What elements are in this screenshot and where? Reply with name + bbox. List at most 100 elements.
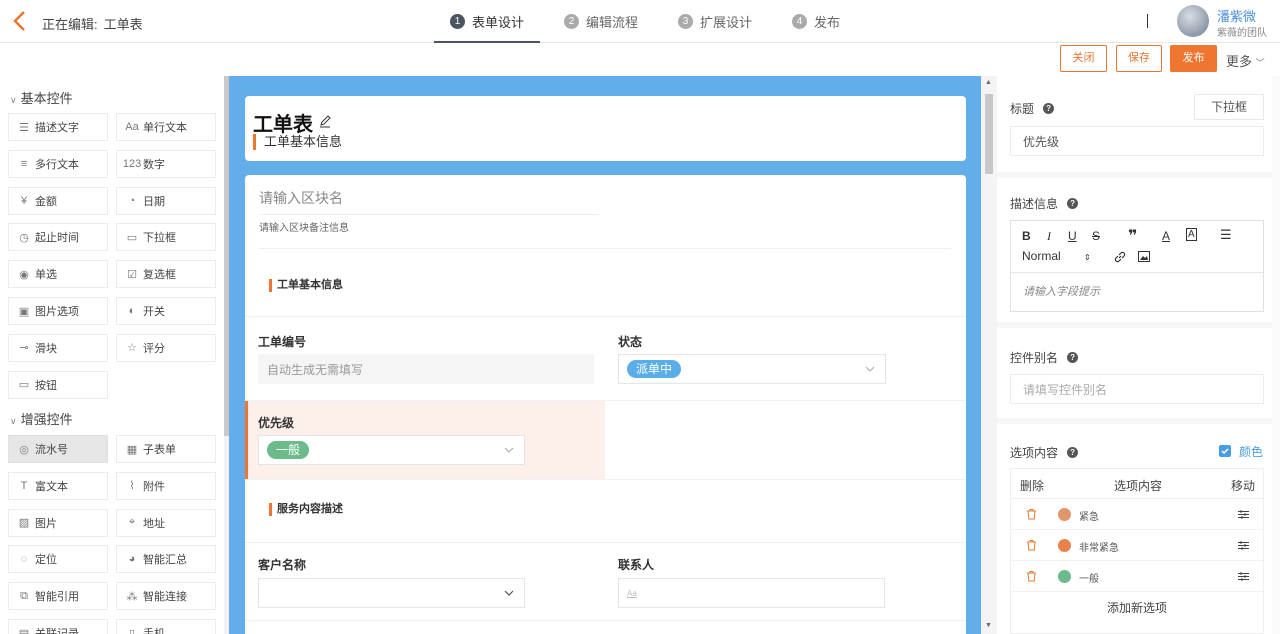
scrollbar-thumb[interactable] xyxy=(985,94,993,174)
control-label: 地址 xyxy=(143,517,165,530)
control-connect[interactable]: ⁂ 智能连接 xyxy=(116,582,216,611)
control-single-line[interactable]: Aa 单行文本 xyxy=(116,113,216,141)
drag-handle-icon[interactable] xyxy=(1238,509,1249,520)
canvas-scrollbar[interactable]: ▲ ▼ xyxy=(981,76,997,634)
strikethrough-icon[interactable]: S xyxy=(1092,229,1100,243)
control-location[interactable]: ◌ 定位 xyxy=(8,545,108,574)
control-related[interactable]: ▤ 关联记录 xyxy=(8,619,108,634)
form-title[interactable]: 工单表 xyxy=(253,108,313,137)
color-checkbox[interactable] xyxy=(1219,445,1231,457)
control-image-option[interactable]: ▣ 图片选项 xyxy=(8,297,108,325)
control-star[interactable]: ☆ 评分 xyxy=(116,333,216,362)
format-select[interactable]: Normal ⇕ xyxy=(1022,249,1091,263)
contact-field[interactable]: Aa xyxy=(618,578,885,608)
chevron-down-icon xyxy=(865,366,875,372)
back-button[interactable] xyxy=(12,10,32,32)
link-icon[interactable] xyxy=(1114,251,1126,263)
control-label: 智能引用 xyxy=(35,591,79,604)
drag-handle-icon[interactable] xyxy=(1238,540,1249,551)
customer-select[interactable] xyxy=(258,578,525,608)
user-name[interactable]: 潘紫微 xyxy=(1217,6,1256,25)
control-phone[interactable]: ▯ 手机 xyxy=(116,619,216,634)
control-money[interactable]: ¥ 金额 xyxy=(8,186,108,215)
scroll-up-icon[interactable]: ▲ xyxy=(985,79,992,86)
section-basic-info[interactable]: 工单基本信息 xyxy=(269,279,343,292)
publish-button[interactable]: 发布 xyxy=(1170,45,1217,72)
option-color-dot[interactable] xyxy=(1058,539,1071,552)
control-slider[interactable]: ⊸ 滑块 xyxy=(8,333,108,362)
subform-icon: ▦ xyxy=(126,443,138,456)
control-type-button[interactable]: 下拉框 xyxy=(1194,94,1264,120)
divider xyxy=(245,316,966,317)
title-input[interactable]: 优先级 xyxy=(1010,126,1264,156)
font-color-icon[interactable]: A xyxy=(1162,229,1170,243)
image-icon[interactable] xyxy=(1138,251,1150,262)
panel-scrollbar[interactable] xyxy=(1272,76,1280,634)
control-label: 开关 xyxy=(143,306,165,318)
scroll-down-icon[interactable]: ▼ xyxy=(985,622,992,629)
more-menu[interactable]: 更多 ﹀ xyxy=(1226,51,1265,70)
help-icon[interactable]: ? xyxy=(1067,352,1079,363)
trash-icon[interactable] xyxy=(1026,570,1037,582)
avatar[interactable] xyxy=(1177,5,1209,37)
drag-handle-icon[interactable] xyxy=(1238,571,1249,582)
help-icon[interactable]: ? xyxy=(1067,447,1079,458)
tab-edit-flow[interactable]: 2 编辑流程 xyxy=(548,0,654,43)
bold-icon[interactable]: B xyxy=(1022,229,1031,243)
help-icon[interactable]: ? xyxy=(1067,198,1079,209)
close-button[interactable]: 关闭 xyxy=(1060,45,1107,72)
trash-icon[interactable] xyxy=(1026,539,1037,551)
control-address[interactable]: ⌖ 地址 xyxy=(116,508,216,537)
image-option-icon: ▣ xyxy=(18,305,30,318)
control-date[interactable]: ◔ 日期 xyxy=(116,186,216,215)
option-label[interactable]: 一般 xyxy=(1079,570,1099,585)
control-dropdown[interactable]: ▭ 下拉框 xyxy=(116,223,216,252)
add-option-button[interactable]: 添加新选项 xyxy=(1011,599,1263,616)
multi-line-icon: ≡ xyxy=(20,157,28,170)
control-description[interactable]: ☰ 描述文字 xyxy=(8,113,108,141)
option-color-dot[interactable] xyxy=(1058,508,1071,521)
description-icon: ☰ xyxy=(19,121,29,134)
control-summary[interactable]: ◕ 智能汇总 xyxy=(116,545,216,574)
quote-icon[interactable]: ❞ xyxy=(1128,226,1137,246)
option-label[interactable]: 非常紧急 xyxy=(1079,539,1119,554)
status-select[interactable]: 派单中 xyxy=(618,354,886,384)
control-serial[interactable]: ◎ 流水号 xyxy=(8,435,108,463)
control-image[interactable]: ▨ 图片 xyxy=(8,508,108,537)
tab-form-design[interactable]: 1 表单设计 xyxy=(434,0,541,43)
control-attachment[interactable]: ⌇ 附件 xyxy=(116,471,216,500)
control-time-range[interactable]: ◷ 起止时间 xyxy=(8,223,108,252)
tab-publish[interactable]: 4 发布 xyxy=(776,0,856,43)
align-icon[interactable]: ☰ xyxy=(1220,227,1232,243)
section-service-desc[interactable]: 服务内容描述 xyxy=(269,503,343,516)
alias-input[interactable]: 请填写控件别名 xyxy=(1010,374,1264,404)
enhanced-controls-title[interactable]: ∨ 增强控件 xyxy=(10,409,73,428)
block-note-input[interactable]: 请输入区块备注信息 xyxy=(259,219,349,234)
control-switch[interactable]: ◐ 开关 xyxy=(116,297,216,325)
save-button[interactable]: 保存 xyxy=(1116,45,1162,72)
background-color-icon[interactable]: A xyxy=(1186,228,1197,241)
related-icon: ▤ xyxy=(18,627,30,634)
ticket-no-field[interactable]: 自动生成无需填写 xyxy=(258,354,594,384)
control-checkbox[interactable]: ☑ 复选框 xyxy=(116,260,216,289)
trash-icon[interactable] xyxy=(1026,508,1037,520)
control-subform[interactable]: ▦ 子表单 xyxy=(116,435,216,463)
control-richtext[interactable]: T 富文本 xyxy=(8,471,108,500)
control-multi-line[interactable]: ≡ 多行文本 xyxy=(8,149,108,178)
block-name-input[interactable]: 请输入区块名 xyxy=(259,188,599,215)
italic-icon[interactable]: I xyxy=(1047,229,1051,244)
control-number[interactable]: 123 数字 xyxy=(116,149,216,178)
control-reference[interactable]: ⧉ 智能引用 xyxy=(8,582,108,611)
pencil-icon[interactable] xyxy=(319,114,331,128)
underline-icon[interactable]: U xyxy=(1068,229,1077,243)
basic-controls-title[interactable]: ∨ 基本控件 xyxy=(10,88,73,107)
tab-extend-design[interactable]: 3 扩展设计 xyxy=(662,0,768,43)
control-button[interactable]: ▭ 按钮 xyxy=(8,370,108,399)
priority-select[interactable]: 一般 xyxy=(258,435,525,465)
option-color-dot[interactable] xyxy=(1058,570,1071,583)
control-radio[interactable]: ◉ 单选 xyxy=(8,260,108,289)
color-label[interactable]: 颜色 xyxy=(1239,443,1263,460)
desc-editor-input[interactable]: 请输入字段提示 xyxy=(1023,283,1100,299)
option-label[interactable]: 紧急 xyxy=(1079,508,1099,523)
help-icon[interactable]: ? xyxy=(1043,103,1055,114)
